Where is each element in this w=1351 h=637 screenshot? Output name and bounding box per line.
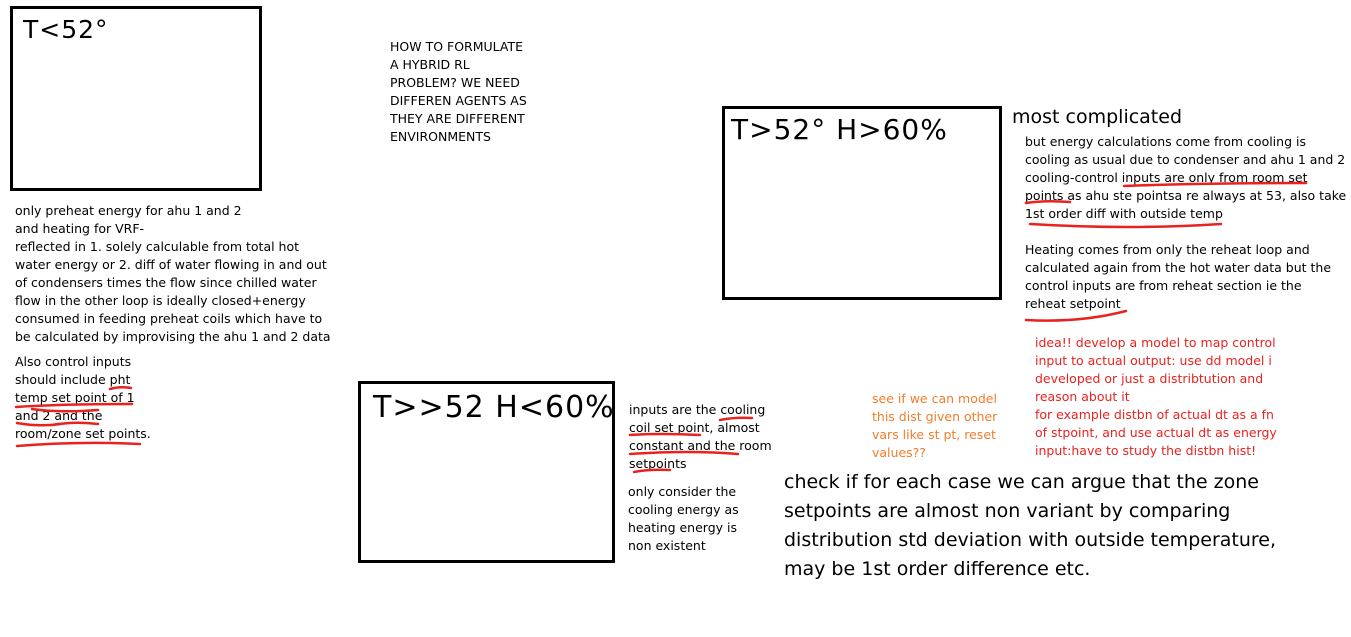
heating-note: Heating comes from only the reheat loop …	[1025, 242, 1332, 311]
case-label-hot-humid: T>52° H>60%	[731, 113, 948, 146]
underline-room-zone	[15, 441, 142, 448]
question-note: HOW TO FORMULATE A HYBRID RL PROBLEM? WE…	[390, 39, 527, 144]
case-label-cold: T<52°	[23, 15, 109, 44]
preheat-note: only preheat energy for ahu 1 and 2 and …	[15, 203, 331, 344]
case-box-hot-dry: T>>52 H<60%	[358, 381, 615, 563]
most-complicated-heading: most complicated	[1012, 106, 1183, 128]
check-note: check if for each case we can argue that…	[784, 471, 1277, 580]
model-dist-note: see if we can model this dist given othe…	[872, 391, 998, 460]
idea-note: idea!! develop a model to map control in…	[1035, 335, 1277, 458]
cooling-coil-note: inputs are the cooling coil set point, a…	[629, 402, 772, 471]
control-inputs-note: Also control inputs should include pht t…	[15, 354, 151, 441]
case-box-cold: T<52°	[10, 6, 262, 191]
case-label-hot-dry: T>>52 H<60%	[373, 390, 615, 425]
underline-first-order	[1028, 222, 1223, 229]
case-box-hot-humid: T>52° H>60%	[722, 106, 1002, 300]
cooling-energy-note: but energy calculations come from coolin…	[1025, 134, 1347, 221]
cooling-only-note: only consider the cooling energy as heat…	[628, 484, 739, 553]
